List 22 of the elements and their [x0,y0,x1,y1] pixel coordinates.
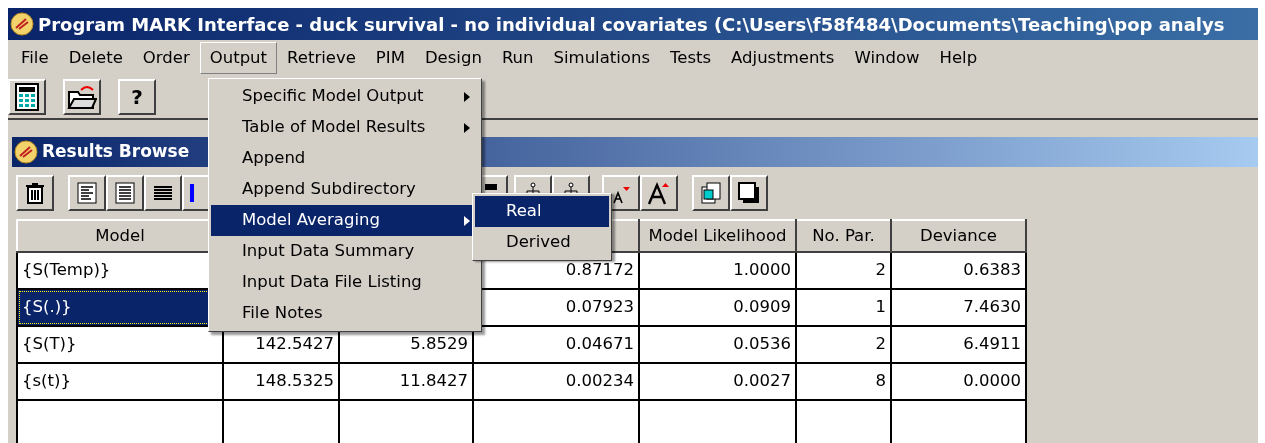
table-cell: 2 [875,260,886,280]
table-cell: 0.0000 [963,371,1021,391]
table-cell: 0.87172 [565,260,634,280]
table-cell: 1 [875,297,886,317]
table-cell: 0.04671 [565,334,634,354]
table-cell: 1.0000 [733,260,791,280]
table-cell: 8 [875,371,886,391]
table-cell: 7.4630 [963,297,1021,317]
table-cell: 0.0027 [733,371,791,391]
table-cell: 0.07923 [565,297,634,317]
table-cell: 148.5325 [255,371,334,391]
table-cell: 0.0909 [733,297,791,317]
table-cell: 0.0536 [733,334,791,354]
table-cell: 11.8427 [399,371,468,391]
table-cell: 0.6383 [963,260,1021,280]
table-cell: 0.00234 [565,371,634,391]
table-cell: 6.4911 [963,334,1021,354]
window-title: Program MARK Interface - duck survival - no individual covariates (C:\Users\f58f484\Documents\Teaching\pop analys [38,12,1225,37]
table-cell: 142.5427 [255,334,334,354]
table-cell: 2 [875,334,886,354]
results-window-title: Results Browse [42,140,190,164]
table-cell: 5.8529 [410,334,468,354]
